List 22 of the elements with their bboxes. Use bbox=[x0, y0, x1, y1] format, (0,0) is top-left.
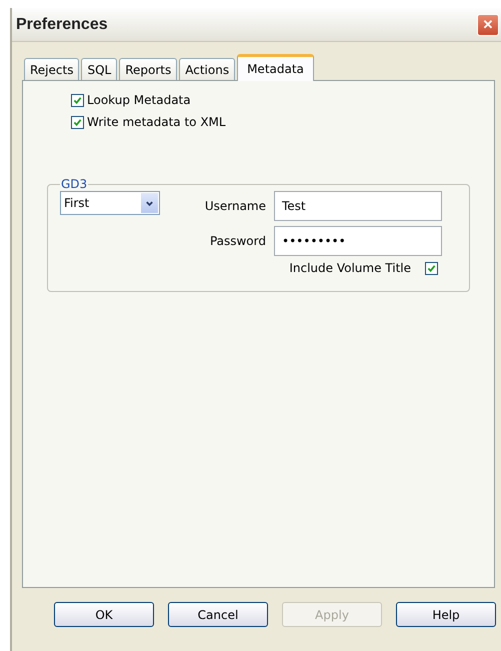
checkbox-label: Include Volume Title bbox=[289, 261, 411, 275]
tab[interactable]: Actions bbox=[179, 58, 236, 80]
checkbox[interactable] bbox=[71, 116, 84, 128]
tab[interactable]: SQL bbox=[81, 58, 118, 80]
dialog-button[interactable]: Help bbox=[396, 602, 496, 627]
chevron-down-icon bbox=[141, 193, 158, 213]
tab[interactable]: Reports bbox=[119, 58, 178, 80]
group-title: GD3 bbox=[60, 177, 88, 191]
tab[interactable]: Rejects bbox=[24, 58, 80, 80]
field-label: Username bbox=[204, 199, 266, 213]
tab[interactable]: Metadata bbox=[237, 54, 314, 81]
checkbox[interactable] bbox=[425, 262, 438, 274]
checkbox[interactable] bbox=[71, 94, 84, 106]
username-field[interactable]: Test bbox=[274, 191, 442, 221]
checkbox-label: Write metadata to XML bbox=[87, 115, 226, 129]
checkbox-label: Lookup Metadata bbox=[87, 93, 191, 107]
field-label: Password bbox=[208, 234, 266, 248]
window-title: Preferences bbox=[16, 16, 108, 34]
dropdown[interactable]: First bbox=[60, 191, 160, 215]
password-field[interactable]: ••••••••• bbox=[274, 226, 442, 256]
dialog-button[interactable]: OK bbox=[54, 602, 154, 627]
dialog-button[interactable]: Cancel bbox=[168, 602, 268, 627]
